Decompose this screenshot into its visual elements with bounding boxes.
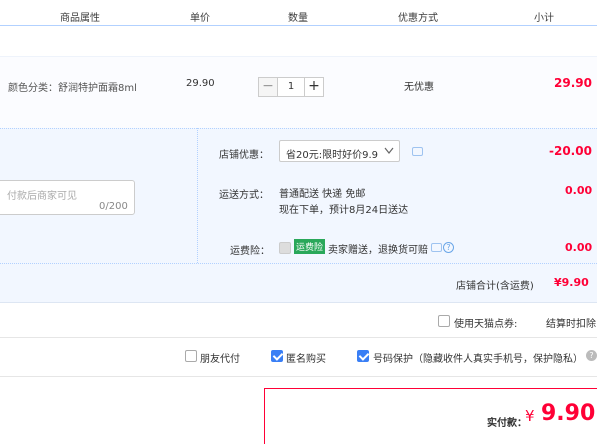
item-attributes: 颜色分类：舒润特护面霜8ml <box>8 83 137 94</box>
shop-total-amount: ¥9.90 <box>554 276 589 289</box>
payment-summary-box: 实付款： ¥ 9.90 <box>264 388 597 444</box>
shop-discount-label: 店铺优惠： <box>219 150 269 161</box>
insurance-label: 运费险： <box>230 246 270 257</box>
item-unit-price: 29.90 <box>186 78 215 89</box>
item-subtotal: 29.90 <box>554 76 592 90</box>
col-header-attributes: 商品属性 <box>60 13 100 24</box>
insurance-text: 卖家赠送，退换货可赔 <box>328 245 428 256</box>
privacy-label: 号码保护（隐藏收件人真实手机号，保护隐私） <box>373 354 583 365</box>
use-points-checkbox[interactable] <box>438 315 450 327</box>
payment-amount: 9.90 <box>541 401 596 426</box>
panel-divider <box>197 128 198 263</box>
payment-currency: ¥ <box>525 407 535 425</box>
message-icon[interactable] <box>412 147 423 156</box>
shop-total-label: 店铺合计(含运费) <box>456 281 534 292</box>
shipping-label: 运送方式： <box>219 190 269 201</box>
message-to-seller-textarea[interactable]: 付款后商家可见 0/200 <box>0 180 135 215</box>
friend-pay-label: 朋友代付 <box>200 354 240 365</box>
points-note: 结算时扣除 <box>546 319 596 330</box>
qty-plus-button[interactable]: + <box>304 77 324 97</box>
shipping-method: 普通配送 快递 免邮 <box>279 189 366 200</box>
shop-discount-selected: 省20元:限时好价9.9 <box>286 150 378 161</box>
friend-pay-checkbox[interactable] <box>185 350 197 362</box>
order-table-header: 商品属性 单价 数量 优惠方式 小计 <box>0 0 597 26</box>
chevron-down-icon <box>384 147 394 154</box>
shipping-amount: 0.00 <box>565 184 593 197</box>
shop-discount-amount: -20.00 <box>549 144 592 158</box>
insurance-checkbox[interactable] <box>279 242 291 254</box>
use-points-label: 使用天猫点券: <box>454 319 518 330</box>
col-header-unit-price: 单价 <box>190 13 210 24</box>
anonymous-label: 匿名购买 <box>286 354 326 365</box>
insurance-badge: 运费险 <box>294 239 326 254</box>
quantity-stepper: − 1 + <box>258 77 324 97</box>
insurance-amount: 0.00 <box>565 241 593 254</box>
anonymous-checkbox[interactable] <box>271 350 283 362</box>
payment-label: 实付款： <box>487 418 527 429</box>
help-icon[interactable]: ? <box>586 350 597 361</box>
item-discount: 无优惠 <box>404 82 434 93</box>
divider <box>0 337 597 338</box>
message-icon[interactable] <box>431 243 442 252</box>
message-placeholder: 付款后商家可见 <box>7 191 77 202</box>
col-header-subtotal: 小计 <box>534 13 554 24</box>
divider <box>0 376 597 377</box>
shipping-eta: 现在下单，预计8月24日送达 <box>279 205 409 216</box>
qty-input[interactable]: 1 <box>278 77 304 97</box>
message-char-count: 0/200 <box>99 201 128 212</box>
shop-discount-select[interactable]: 省20元:限时好价9.9 <box>279 140 400 162</box>
qty-minus-button[interactable]: − <box>258 77 278 97</box>
help-icon[interactable]: ? <box>443 242 454 253</box>
col-header-discount: 优惠方式 <box>398 13 438 24</box>
privacy-checkbox[interactable] <box>357 350 369 362</box>
col-header-quantity: 数量 <box>288 13 308 24</box>
